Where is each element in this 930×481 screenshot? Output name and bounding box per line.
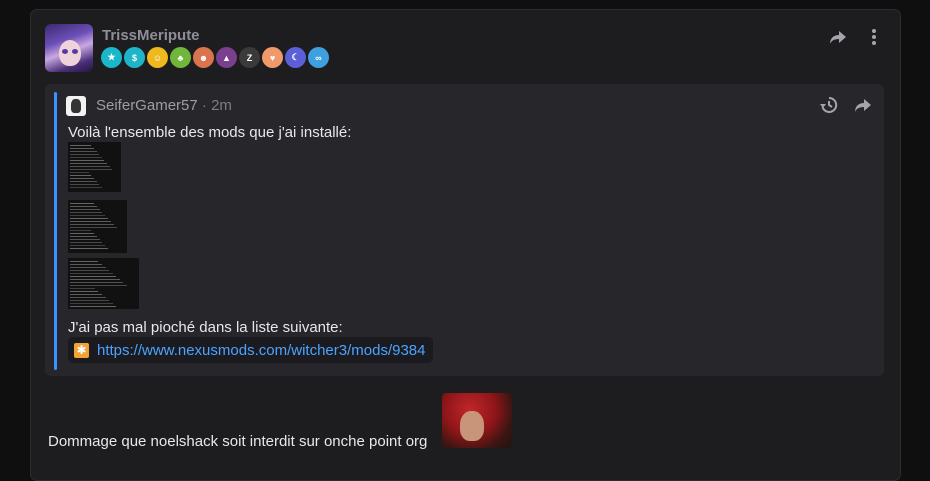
quote-accent-bar [54,92,57,370]
author-name[interactable]: TrissMeripute [102,27,200,44]
quote-timestamp: 2m [211,97,232,114]
girl-badge-icon[interactable]: ♥ [262,47,283,68]
author-avatar[interactable] [45,24,93,72]
mod-list-screenshot-1[interactable] [68,142,121,192]
beer-badge-icon[interactable]: ♣ [170,47,191,68]
quote-author-name[interactable]: SeiferGamer57 [96,97,198,114]
dollar-badge-icon[interactable]: $ [124,47,145,68]
zero-tout-badge-icon[interactable]: Z [239,47,260,68]
star-badge-icon[interactable]: ★ [101,47,122,68]
sticker-image [442,393,512,448]
quote-separator: · [197,97,212,114]
face-badge-icon[interactable]: ☻ [193,47,214,68]
moon-badge-icon[interactable]: ☾ [285,47,306,68]
eagle-badge-icon[interactable]: ▲ [216,47,237,68]
smiley-badge-icon[interactable]: ☺ [147,47,168,68]
nexusmods-favicon-icon: ✱ [74,342,89,358]
history-icon[interactable] [819,95,839,120]
badge-list: ★ $ ☺ ♣ ☻ ▲ Z ♥ ☾ ∞ [101,47,329,68]
post-card: TrissMeripute ★ $ ☺ ♣ ☻ ▲ Z ♥ ☾ ∞ SeiferGamer57 ·… [30,9,901,481]
mod-list-screenshot-2[interactable] [68,200,127,253]
quote-text-line-1: Voilà l'ensemble des mods que j'ai insta… [68,124,352,141]
share-icon[interactable] [828,27,848,52]
external-link-chip[interactable]: ✱ https://www.nexusmods.com/witcher3/mod… [68,337,434,363]
quote-share-icon[interactable] [853,95,873,120]
more-options-icon[interactable] [866,27,882,52]
quote-author-line: SeiferGamer57 · 2m [96,97,232,114]
goggles-badge-icon[interactable]: ∞ [308,47,329,68]
quote-text-line-2: J'ai pas mal pioché dans la liste suivan… [68,319,343,336]
mod-list-screenshot-3[interactable] [68,258,139,309]
quote-author-avatar[interactable] [66,96,86,116]
post-body-text: Dommage que noelshack soit interdit sur … [48,433,428,450]
quoted-post: SeiferGamer57 · 2m Voilà l'ensemble des … [45,84,884,376]
external-link-url[interactable]: https://www.nexusmods.com/witcher3/mods/… [97,342,425,359]
